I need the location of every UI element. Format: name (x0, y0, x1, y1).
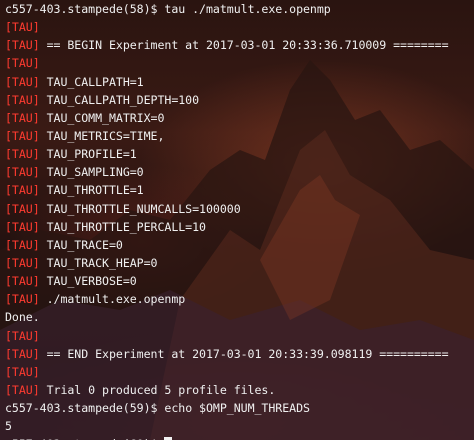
output-line: [TAU] == BEGIN Experiment at 2017-03-01 … (5, 36, 474, 54)
output-line: [TAU] (5, 54, 474, 72)
output-line: [TAU] TAU_VERBOSE=0 (5, 272, 474, 290)
output-text: TAU_CALLPATH=1 (39, 74, 144, 89)
output-line: [TAU] (5, 363, 474, 381)
prompt-line: c557-403.stampede(60)$ (5, 435, 474, 440)
output-text: TAU_THROTTLE_NUMCALLS=100000 (39, 201, 241, 216)
tau-tag: [TAU] (5, 165, 40, 180)
output-line: [TAU] TAU_SAMPLING=0 (5, 163, 474, 181)
output-line: [TAU] (5, 18, 474, 36)
output-line: [TAU] TAU_PROFILE=1 (5, 145, 474, 163)
shell-prompt: c557-403.stampede(58)$ (5, 2, 165, 16)
output-line: [TAU] ./matmult.exe.openmp (5, 290, 474, 308)
shell-command: tau ./matmult.exe.openmp (164, 2, 331, 16)
output-line: [TAU] TAU_COMM_MATRIX=0 (5, 109, 474, 127)
output-line: [TAU] == END Experiment at 2017-03-01 20… (5, 345, 474, 363)
output-text: == BEGIN Experiment at 2017-03-01 20:33:… (39, 38, 449, 53)
tau-tag: [TAU] (5, 74, 40, 89)
tau-tag: [TAU] (5, 328, 40, 343)
output-line: [TAU] TAU_THROTTLE=1 (5, 181, 474, 199)
tau-tag: [TAU] (5, 274, 40, 289)
output-text: Trial 0 produced 5 profile files. (39, 382, 276, 397)
output-line: [TAU] TAU_TRACE=0 (5, 236, 474, 254)
tau-tag: [TAU] (5, 219, 40, 234)
tau-tag: [TAU] (5, 364, 40, 379)
tau-tag: [TAU] (5, 346, 40, 361)
output-text: TAU_COMM_MATRIX=0 (39, 110, 165, 125)
output-text: TAU_TRACK_HEAP=0 (39, 255, 158, 270)
output-text: 5 (5, 419, 12, 434)
output-line: 5 (5, 417, 474, 435)
tau-tag: [TAU] (5, 128, 40, 143)
output-text: TAU_VERBOSE=0 (39, 274, 137, 289)
tau-tag: [TAU] (5, 110, 40, 125)
output-line: [TAU] TAU_THROTTLE_PERCALL=10 (5, 218, 474, 236)
output-line: [TAU] (5, 327, 474, 345)
shell-command: echo $OMP_NUM_THREADS (164, 401, 310, 416)
tau-tag: [TAU] (5, 38, 40, 53)
output-text: TAU_SAMPLING=0 (39, 165, 144, 180)
terminal-output: c557-403.stampede(58)$ tau ./matmult.exe… (5, 0, 474, 440)
tau-tag: [TAU] (5, 201, 40, 216)
output-line: Done. (5, 308, 474, 326)
tau-tag: [TAU] (5, 183, 40, 198)
output-text: TAU_THROTTLE_PERCALL=10 (39, 219, 206, 234)
output-text: TAU_METRICS=TIME, (39, 128, 165, 143)
output-line: [TAU] TAU_CALLPATH=1 (5, 73, 474, 91)
prompt-line: c557-403.stampede(59)$ echo $OMP_NUM_THR… (5, 399, 474, 417)
tau-tag: [TAU] (5, 56, 40, 71)
tau-tag: [TAU] (5, 255, 40, 270)
output-text: Done. (5, 310, 40, 325)
tau-tag: [TAU] (5, 147, 40, 162)
output-text: TAU_PROFILE=1 (39, 147, 137, 162)
terminal-window[interactable]: c557-403.stampede(58)$ tau ./matmult.exe… (0, 0, 474, 440)
output-text: == END Experiment at 2017-03-01 20:33:39… (39, 346, 449, 361)
output-line: [TAU] Trial 0 produced 5 profile files. (5, 381, 474, 399)
shell-prompt: c557-403.stampede(59)$ (5, 401, 165, 416)
output-line: [TAU] TAU_METRICS=TIME, (5, 127, 474, 145)
output-text: ./matmult.exe.openmp (39, 292, 186, 307)
output-line: [TAU] TAU_TRACK_HEAP=0 (5, 254, 474, 272)
output-text: TAU_CALLPATH_DEPTH=100 (39, 92, 200, 107)
tau-tag: [TAU] (5, 237, 40, 252)
tau-tag: [TAU] (5, 20, 40, 35)
output-line: [TAU] TAU_THROTTLE_NUMCALLS=100000 (5, 200, 474, 218)
output-text: TAU_THROTTLE=1 (39, 183, 144, 198)
output-line: [TAU] TAU_CALLPATH_DEPTH=100 (5, 91, 474, 109)
prompt-line: c557-403.stampede(58)$ tau ./matmult.exe… (5, 0, 474, 18)
tau-tag: [TAU] (5, 382, 40, 397)
tau-tag: [TAU] (5, 92, 40, 107)
output-text: TAU_TRACE=0 (39, 237, 123, 252)
tau-tag: [TAU] (5, 292, 40, 307)
